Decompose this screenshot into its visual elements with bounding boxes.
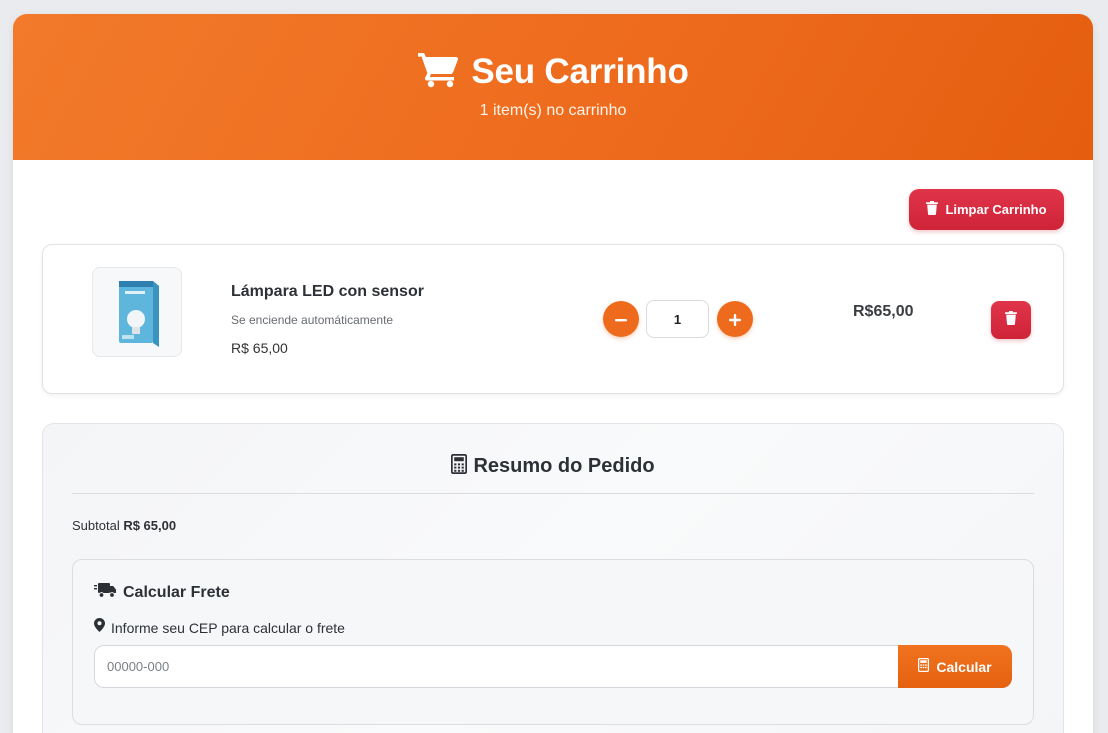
order-summary: Resumo do Pedido Subtotal R$ 65,00 Calcu… bbox=[42, 423, 1064, 733]
product-image bbox=[92, 267, 182, 357]
page-title: Seu Carrinho bbox=[471, 51, 689, 91]
shipping-title-row: Calcular Frete bbox=[94, 582, 230, 604]
increase-quantity-button[interactable] bbox=[717, 301, 753, 337]
subtotal-row: Subtotal R$ 65,00 bbox=[72, 518, 176, 533]
summary-title: Resumo do Pedido bbox=[473, 455, 655, 477]
product-name: Lámpara LED con sensor bbox=[231, 283, 424, 300]
shipping-hint-row: Informe seu CEP para calcular o frete bbox=[94, 618, 345, 637]
item-count: 1 item(s) no carrinho bbox=[479, 102, 627, 119]
shipping-calculator: Calcular Frete Informe seu CEP para calc… bbox=[72, 559, 1034, 725]
subtotal-value: R$ 65,00 bbox=[123, 518, 177, 533]
calculate-shipping-button[interactable]: Calcular bbox=[898, 645, 1012, 688]
decrease-quantity-button[interactable] bbox=[603, 301, 639, 337]
shipping-title: Calcular Frete bbox=[123, 584, 230, 601]
quantity-input[interactable] bbox=[646, 300, 709, 338]
cart-header: Seu Carrinho 1 item(s) no carrinho bbox=[13, 14, 1093, 160]
cart-card: Seu Carrinho 1 item(s) no carrinho Limpa… bbox=[13, 14, 1093, 733]
calculator-icon bbox=[451, 453, 468, 479]
item-total-price: R$65,00 bbox=[853, 303, 914, 320]
trash-icon bbox=[1005, 310, 1017, 330]
calculator-icon bbox=[918, 657, 930, 675]
subtotal-label: Subtotal bbox=[72, 518, 120, 533]
calculate-label: Calcular bbox=[936, 658, 992, 675]
product-unit-price: R$ 65,00 bbox=[231, 340, 288, 356]
shipping-hint: Informe seu CEP para calcular o frete bbox=[111, 619, 345, 636]
minus-icon bbox=[615, 308, 627, 330]
cep-input[interactable] bbox=[94, 645, 900, 688]
remove-item-button[interactable] bbox=[991, 301, 1031, 339]
summary-divider bbox=[72, 493, 1034, 494]
map-pin-icon bbox=[94, 618, 105, 637]
product-description: Se enciende automáticamente bbox=[231, 313, 394, 327]
truck-icon bbox=[94, 582, 117, 604]
cart-item: Lámpara LED con sensor Se enciende autom… bbox=[42, 244, 1064, 394]
shopping-cart-icon bbox=[417, 50, 459, 93]
title-row: Seu Carrinho bbox=[13, 50, 1093, 93]
plus-icon bbox=[729, 308, 741, 330]
clear-cart-button[interactable]: Limpar Carrinho bbox=[909, 189, 1064, 230]
trash-icon bbox=[926, 201, 939, 218]
summary-title-row: Resumo do Pedido bbox=[43, 453, 1063, 479]
clear-cart-label: Limpar Carrinho bbox=[945, 202, 1047, 217]
